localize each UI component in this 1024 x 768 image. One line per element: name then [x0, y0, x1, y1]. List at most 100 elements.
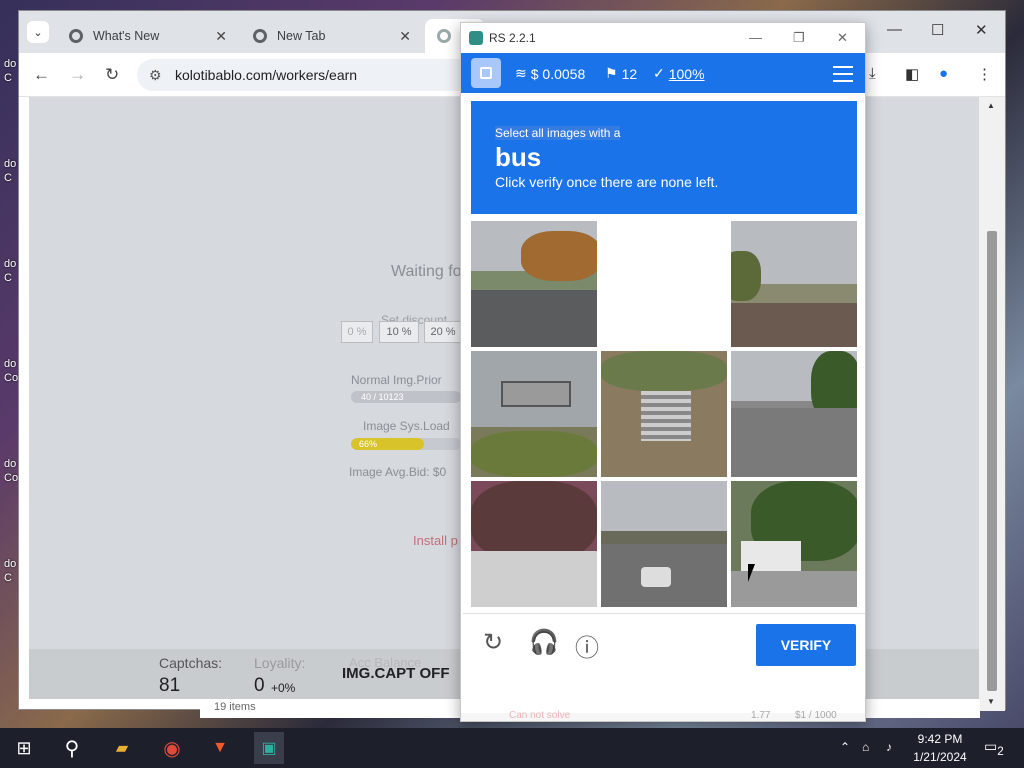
- network-icon[interactable]: ⌂: [862, 740, 869, 754]
- warn-text: Can not solve: [509, 710, 571, 721]
- solved-count: ⚑ 12: [605, 65, 637, 82]
- waiting-text: Waiting fo: [391, 263, 462, 280]
- captcha-tile[interactable]: [731, 351, 857, 477]
- profile-icon[interactable]: ●: [939, 65, 948, 82]
- captcha-frame: Select all images with a bus Click verif…: [462, 93, 865, 673]
- hamburger-menu-icon[interactable]: [833, 61, 853, 87]
- close-icon[interactable]: ✕: [837, 23, 848, 53]
- popup-footer: Can not solve 1.77 $1 / 1000: [461, 710, 865, 721]
- scroll-down-icon[interactable]: ▼: [987, 697, 995, 706]
- captcha-tile[interactable]: [601, 221, 727, 347]
- scrollbar[interactable]: ▲ ▼: [979, 97, 1005, 711]
- scroll-up-icon[interactable]: ▲: [987, 101, 995, 110]
- captchas-label: Captchas:: [159, 655, 223, 671]
- reload-icon[interactable]: ↻: [105, 65, 119, 85]
- loyalty-label: Loyality:: [254, 655, 306, 671]
- download-icon[interactable]: ⤓: [869, 65, 876, 82]
- tab-search-button[interactable]: ⌄: [27, 21, 49, 43]
- instruction-text: Select all images with a: [495, 126, 621, 140]
- captcha-tile[interactable]: [731, 221, 857, 347]
- close-icon[interactable]: ✕: [399, 28, 411, 45]
- site-info-icon[interactable]: ⚙: [149, 59, 162, 91]
- rs-app-icon[interactable]: ▣: [254, 732, 284, 764]
- count-value: 12: [621, 65, 638, 82]
- discount-0[interactable]: 0 %: [341, 321, 373, 343]
- captchas-value: 81: [159, 675, 181, 696]
- normal-prior-bar: 40 / 10123: [351, 391, 461, 403]
- chevron-down-icon: ⌄: [33, 26, 43, 39]
- maximize-icon[interactable]: ☐: [931, 21, 944, 39]
- sysload-bar: 66%: [351, 438, 461, 450]
- footer-a: 1.77: [751, 710, 771, 721]
- notification-icon[interactable]: ▭2: [984, 738, 1004, 758]
- notification-count: 2: [997, 744, 1004, 758]
- back-icon[interactable]: ←: [33, 65, 50, 85]
- captcha-tile[interactable]: [601, 481, 727, 607]
- start-icon[interactable]: ⊞: [12, 736, 36, 760]
- close-window-icon[interactable]: ✕: [975, 21, 988, 39]
- sysload-fill: 66%: [351, 438, 424, 450]
- target-word: bus: [495, 142, 542, 172]
- chrome-icon[interactable]: ◉: [160, 736, 184, 760]
- captcha-prompt: Select all images with a bus Click verif…: [471, 101, 857, 214]
- time-text: 9:42 PM: [917, 732, 963, 746]
- scroll-thumb[interactable]: [987, 231, 997, 691]
- discount-20[interactable]: 20 %: [424, 321, 462, 343]
- coins-icon: ≋: [515, 65, 527, 81]
- captcha-tile[interactable]: [471, 221, 597, 347]
- reload-icon[interactable]: ↻: [483, 628, 503, 657]
- chrome-icon: [69, 29, 83, 43]
- search-icon[interactable]: ⚲: [60, 736, 84, 760]
- hint-text: Click verify once there are none left.: [495, 174, 719, 190]
- acc-balance-label: Acc Balance: [349, 655, 422, 670]
- avgbid-label: Image Avg.Bid: $0: [349, 465, 447, 479]
- verify-button[interactable]: VERIFY: [756, 624, 856, 666]
- captcha-footer: ↻ 🎧 ⓘ VERIFY: [463, 613, 865, 673]
- tab-label: What's New: [93, 29, 160, 43]
- volume-icon[interactable]: ♪: [886, 740, 892, 754]
- footer-b: $1 / 1000: [795, 710, 837, 721]
- tab-label: New Tab: [277, 29, 326, 43]
- restore-icon[interactable]: ❐: [793, 23, 805, 53]
- chrome-icon: [253, 29, 267, 43]
- clock[interactable]: 9:42 PM 1/21/2024: [910, 732, 970, 764]
- items-count: 19 items: [214, 701, 256, 713]
- menu-icon[interactable]: ⋮: [977, 65, 992, 83]
- taskbar: ⊞ ⚲ ▰ ◉ ▼ ▣ ⌃ ⌂ ♪ 9:42 PM 1/21/2024 ▭2: [0, 728, 1024, 768]
- side-panel-icon[interactable]: ◧: [905, 65, 919, 83]
- rs-extension-popup: RS 2.2.1 — ❐ ✕ ≋ $ 0.0058 ⚑ 12 ✓ 100% Selec…: [460, 22, 866, 722]
- captcha-tile[interactable]: [601, 351, 727, 477]
- toggle-button[interactable]: [471, 58, 501, 88]
- minimize-icon[interactable]: —: [749, 23, 762, 53]
- minimize-icon[interactable]: —: [887, 21, 902, 38]
- popup-titlebar: RS 2.2.1 — ❐ ✕: [461, 23, 865, 53]
- captcha-tile[interactable]: [731, 481, 857, 607]
- balance-value: $ 0.0058: [530, 65, 586, 82]
- sysload-label: Image Sys.Load: [363, 419, 450, 433]
- loyalty-delta: +0%: [271, 681, 296, 695]
- app-logo-icon: [469, 31, 483, 45]
- tab-whats-new[interactable]: What's New ✕: [57, 19, 237, 53]
- captcha-tile[interactable]: [471, 351, 597, 477]
- check-circle-icon: ✓: [653, 65, 665, 81]
- image-grid: [471, 221, 857, 607]
- percent-value: 100%: [668, 65, 705, 82]
- normal-prior-label: Normal Img.Prior: [351, 373, 442, 387]
- chevron-up-icon[interactable]: ⌃: [840, 740, 850, 754]
- info-icon[interactable]: ⓘ: [575, 628, 599, 663]
- url-text: kolotibablo.com/workers/earn: [175, 67, 358, 83]
- tab-new-tab[interactable]: New Tab ✕: [241, 19, 421, 53]
- discount-10[interactable]: 10 %: [379, 321, 419, 343]
- site-icon: [437, 29, 451, 43]
- captcha-tile[interactable]: [471, 481, 597, 607]
- install-link[interactable]: Install p: [413, 533, 458, 548]
- file-explorer-icon[interactable]: ▰: [110, 736, 134, 760]
- forward-icon[interactable]: →: [69, 65, 86, 85]
- audio-icon[interactable]: 🎧: [529, 628, 559, 657]
- close-icon[interactable]: ✕: [215, 28, 227, 45]
- brave-icon[interactable]: ▼: [208, 736, 232, 760]
- popup-title: RS 2.2.1: [489, 31, 536, 45]
- success-rate[interactable]: ✓ 100%: [653, 65, 705, 82]
- loyalty-value: 0: [254, 675, 265, 696]
- balance: ≋ $ 0.0058: [515, 65, 585, 82]
